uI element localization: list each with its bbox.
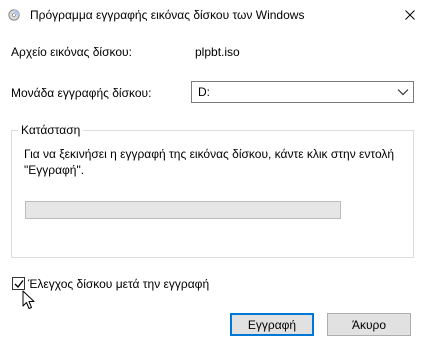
- file-value: plpbt.iso: [195, 45, 240, 59]
- verify-checkbox-label[interactable]: Έλεγχος δίσκου μετά την εγγραφή: [28, 277, 209, 291]
- window-title: Πρόγραμμα εγγραφής εικόνας δίσκου των Wi…: [30, 8, 305, 22]
- verify-checkbox[interactable]: [12, 277, 25, 290]
- file-label: Αρχείο εικόνας δίσκου:: [11, 45, 132, 59]
- drive-select[interactable]: D:: [191, 81, 414, 103]
- cancel-button-label: Άκυρο: [351, 317, 387, 332]
- burn-button-label: Εγγραφή: [247, 317, 297, 332]
- burn-button[interactable]: Εγγραφή: [230, 313, 314, 336]
- chevron-down-icon: [397, 89, 409, 96]
- burner-dialog: Πρόγραμμα εγγραφής εικόνας δίσκου των Wi…: [0, 0, 425, 351]
- disc-burner-icon: [8, 9, 20, 21]
- status-group-label: Κατάσταση: [18, 123, 84, 137]
- status-group: Κατάσταση Για να ξεκινήσει η εγγραφή της…: [11, 123, 414, 258]
- drive-select-value: D:: [198, 85, 210, 99]
- drive-label: Μονάδα εγγραφής δίσκου:: [11, 86, 152, 100]
- mouse-cursor-icon: [22, 290, 35, 309]
- progress-bar: [25, 201, 341, 219]
- cancel-button[interactable]: Άκυρο: [327, 313, 411, 336]
- checkmark-icon: [14, 280, 24, 289]
- title-bar[interactable]: Πρόγραμμα εγγραφής εικόνας δίσκου των Wi…: [0, 0, 425, 30]
- close-icon: [405, 10, 415, 20]
- status-message: Για να ξεκινήσει η εγγραφή της εικόνας δ…: [24, 147, 395, 177]
- close-button[interactable]: [395, 0, 425, 30]
